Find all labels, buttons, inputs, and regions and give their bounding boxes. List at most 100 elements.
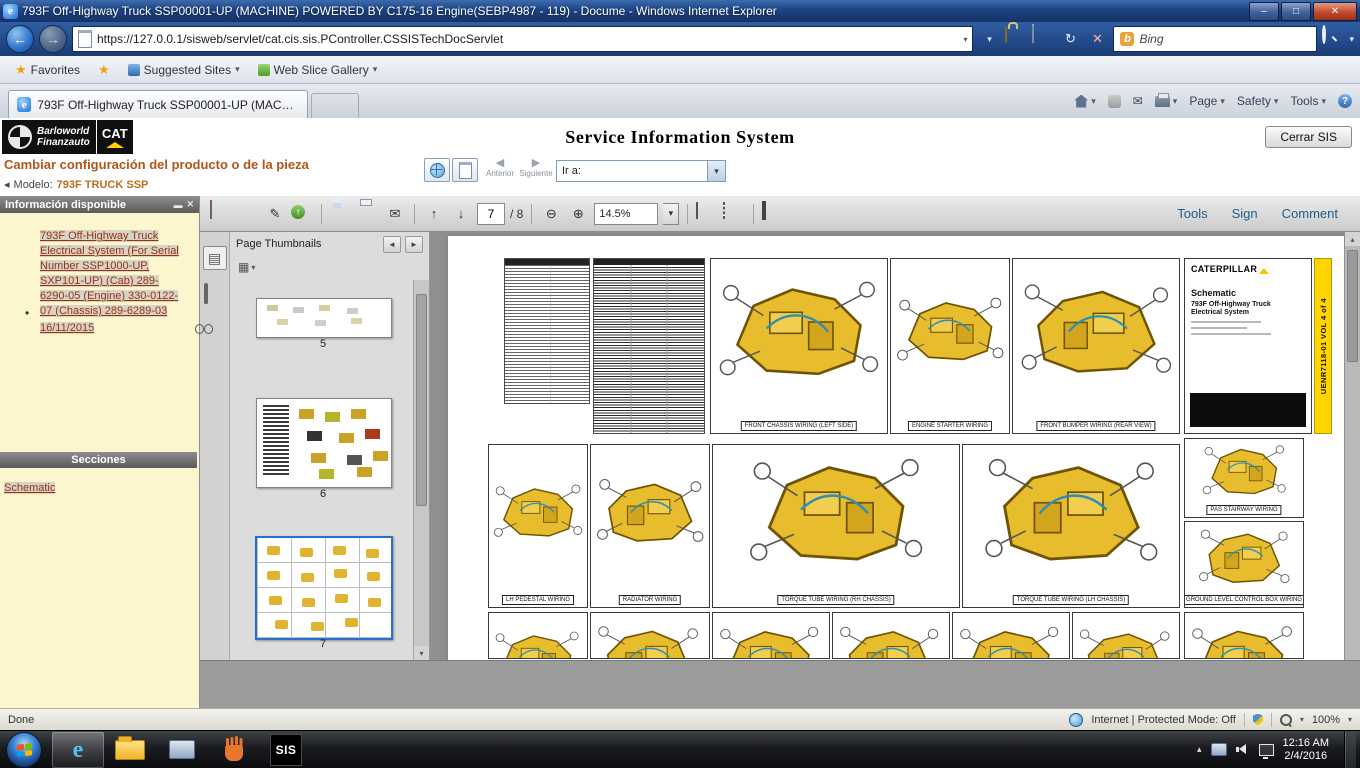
goto-select[interactable]: Ir a: bbox=[556, 160, 726, 182]
search-button[interactable] bbox=[1322, 25, 1344, 51]
pdf-scrollbar[interactable] bbox=[1344, 232, 1360, 660]
document-date-link[interactable]: 16/11/2015 bbox=[40, 322, 95, 334]
tools-panel-button[interactable]: Tools bbox=[1177, 206, 1207, 221]
back-button[interactable] bbox=[6, 25, 34, 53]
zoom-caret-icon[interactable] bbox=[1348, 715, 1352, 724]
zoom-caret-icon[interactable] bbox=[1300, 715, 1304, 724]
taskbar: SIS 12:16 AM 2/4/2016 bbox=[0, 730, 1360, 768]
minimize-button[interactable] bbox=[1249, 1, 1279, 21]
next-page-button[interactable] bbox=[450, 203, 472, 225]
previous-button[interactable]: Anterior bbox=[482, 157, 518, 178]
start-button[interactable] bbox=[6, 731, 42, 768]
zoom-level-select[interactable]: 14.5% bbox=[594, 202, 659, 225]
change-config-link[interactable]: Cambiar configuración del producto o de … bbox=[4, 157, 309, 172]
forward-button[interactable] bbox=[39, 25, 67, 53]
browser-tab[interactable]: 793F Off-Highway Truck SSP00001-UP (MACH… bbox=[8, 90, 308, 118]
sign-pen-button[interactable] bbox=[264, 203, 286, 225]
url-field[interactable]: https://127.0.0.1/sisweb/servlet/cat.cis… bbox=[72, 26, 974, 52]
thumbnail-page-5[interactable] bbox=[256, 298, 392, 338]
zoom-out-button[interactable] bbox=[540, 203, 562, 225]
taskbar-sis-button[interactable]: SIS bbox=[260, 732, 312, 768]
pdf-scroll-thumb[interactable] bbox=[1347, 250, 1358, 362]
taskbar-app-button[interactable] bbox=[156, 732, 208, 768]
taskbar-hand-app-button[interactable] bbox=[208, 732, 260, 768]
network-icon[interactable] bbox=[1258, 743, 1274, 759]
options-grid-icon[interactable] bbox=[238, 260, 249, 274]
search-options-icon[interactable] bbox=[1349, 34, 1354, 45]
ie-window: 793F Off-Highway Truck SSP00001-UP (MACH… bbox=[0, 0, 1360, 768]
favorites-button[interactable]: Favorites bbox=[10, 60, 85, 80]
options-caret-icon[interactable] bbox=[251, 263, 255, 272]
zoom-caret-icon[interactable] bbox=[663, 202, 680, 225]
thumbnail-page-7[interactable] bbox=[255, 536, 393, 640]
pdf-print-button[interactable] bbox=[357, 203, 379, 225]
document-link[interactable]: 793F Off-Highway Truck Electrical System… bbox=[40, 230, 179, 317]
email-button[interactable] bbox=[384, 203, 406, 225]
web-slice-gallery-button[interactable]: Web Slice Gallery bbox=[253, 61, 383, 79]
feeds-button[interactable] bbox=[1107, 94, 1121, 108]
fit-width-button[interactable] bbox=[723, 201, 745, 225]
safety-menu[interactable]: Safety bbox=[1237, 94, 1279, 108]
panel-expand-icon[interactable] bbox=[405, 235, 423, 253]
panel-collapse-icon[interactable] bbox=[383, 235, 401, 253]
close-panel-icon[interactable] bbox=[186, 199, 194, 210]
thumbnails-scroll-thumb[interactable] bbox=[416, 294, 427, 506]
taskbar-explorer-button[interactable] bbox=[104, 732, 156, 768]
tray-app-icon[interactable] bbox=[1210, 743, 1227, 756]
thumbnails-scrollbar[interactable] bbox=[413, 280, 429, 660]
close-button[interactable] bbox=[1313, 1, 1357, 21]
browser-zoom-level[interactable]: 100% bbox=[1312, 714, 1340, 726]
print-button[interactable] bbox=[1154, 92, 1178, 107]
url-history-dropdown[interactable] bbox=[978, 27, 1000, 51]
pdf-export-button[interactable] bbox=[237, 203, 259, 225]
fullscreen-button[interactable] bbox=[762, 200, 784, 225]
security-lock-button[interactable] bbox=[1005, 26, 1027, 51]
cerrar-sis-button[interactable]: Cerrar SIS bbox=[1265, 126, 1352, 148]
help-button[interactable] bbox=[1338, 94, 1352, 108]
previous-page-button[interactable] bbox=[423, 203, 445, 225]
thumbnail-page-6[interactable] bbox=[256, 398, 392, 488]
next-button[interactable]: Siguiente bbox=[518, 157, 554, 178]
page-thumbnails-tab[interactable] bbox=[202, 246, 227, 270]
pin-icon[interactable] bbox=[173, 200, 182, 210]
search-tab[interactable] bbox=[204, 324, 226, 346]
graphic-view-button[interactable] bbox=[424, 158, 450, 182]
taskbar-ie-button[interactable] bbox=[52, 731, 104, 768]
comment-panel-button[interactable]: Comment bbox=[1282, 206, 1338, 221]
page-number-input[interactable] bbox=[477, 202, 505, 225]
show-desktop-button[interactable] bbox=[1344, 730, 1356, 768]
url-dropdown-icon[interactable] bbox=[963, 35, 967, 44]
volume-icon[interactable] bbox=[1235, 744, 1250, 755]
pdf-create-button[interactable] bbox=[210, 199, 232, 225]
compatibility-view-button[interactable] bbox=[1032, 24, 1054, 51]
schematic-link[interactable]: Schematic bbox=[4, 482, 56, 494]
page-menu[interactable]: Page bbox=[1189, 94, 1225, 108]
save-button[interactable] bbox=[330, 203, 352, 225]
schematic-cell: TORQUE TUBE WIRING (LH CHASSIS) bbox=[962, 444, 1180, 608]
fit-page-button[interactable] bbox=[696, 201, 718, 225]
model-value-link[interactable]: 793F TRUCK SSP bbox=[57, 179, 149, 191]
show-hidden-icons[interactable] bbox=[1197, 744, 1202, 755]
add-favorite-button[interactable] bbox=[93, 60, 115, 80]
stop-button[interactable] bbox=[1086, 27, 1108, 51]
suggested-sites-button[interactable]: Suggested Sites bbox=[123, 61, 245, 79]
attachments-tab[interactable] bbox=[203, 283, 226, 308]
home-button[interactable] bbox=[1074, 94, 1096, 108]
schematic-cell: ENGINE STARTER WIRING bbox=[890, 258, 1010, 434]
tools-menu[interactable]: Tools bbox=[1290, 94, 1326, 108]
thumbnails-panel: Page Thumbnails 5 6 bbox=[230, 232, 430, 660]
zoom-in-button[interactable] bbox=[567, 203, 589, 225]
scroll-up-icon[interactable] bbox=[1345, 232, 1360, 246]
scroll-down-icon[interactable] bbox=[414, 646, 429, 660]
toolbar-separator bbox=[321, 203, 322, 224]
maximize-button[interactable] bbox=[1281, 1, 1311, 21]
send-file-button[interactable] bbox=[291, 203, 313, 225]
sign-panel-button[interactable]: Sign bbox=[1232, 206, 1258, 221]
document-view-button[interactable] bbox=[452, 158, 478, 182]
zoom-icon[interactable] bbox=[1279, 713, 1292, 726]
read-mail-button[interactable] bbox=[1133, 94, 1143, 108]
taskbar-clock[interactable]: 12:16 AM 2/4/2016 bbox=[1283, 737, 1329, 763]
new-tab-button[interactable] bbox=[311, 93, 359, 118]
search-box[interactable]: Bing bbox=[1113, 26, 1318, 52]
refresh-button[interactable] bbox=[1059, 27, 1081, 51]
